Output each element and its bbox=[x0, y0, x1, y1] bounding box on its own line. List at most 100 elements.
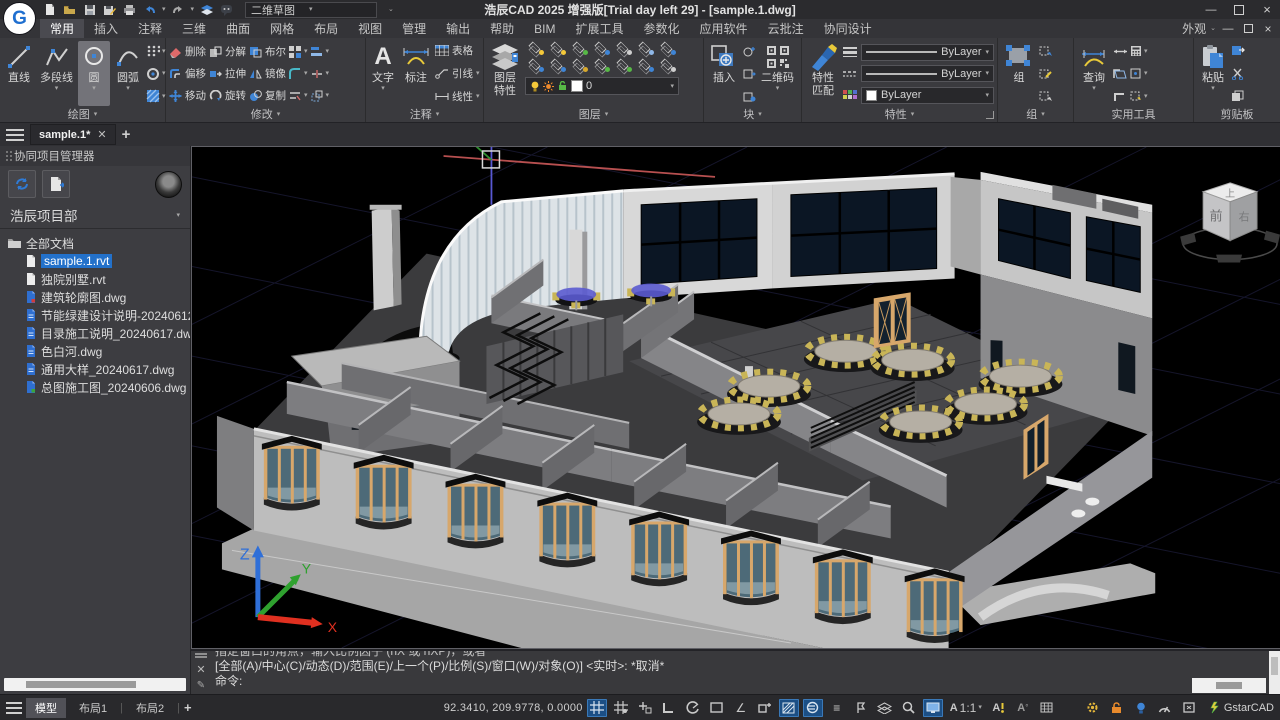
annotation-scale-control[interactable]: A1:1▾ bbox=[947, 699, 985, 717]
comment-bubble-icon[interactable] bbox=[219, 2, 234, 17]
tab-view[interactable]: 视图 bbox=[348, 19, 392, 38]
explode-button[interactable]: 分解 bbox=[209, 42, 246, 61]
insert-block-button[interactable]: 插入 bbox=[707, 41, 741, 106]
group-edit-button[interactable] bbox=[1039, 66, 1053, 82]
command-prompt[interactable]: 命令: bbox=[215, 674, 1280, 689]
table-cell-icon[interactable] bbox=[1037, 699, 1057, 717]
command-vscroll-thumb[interactable] bbox=[1271, 657, 1278, 675]
sync-button[interactable] bbox=[8, 170, 36, 198]
trim-button[interactable]: ▾ bbox=[289, 86, 308, 105]
mirror-button[interactable]: 镜像 bbox=[249, 64, 286, 83]
layer-select[interactable]: 0 ▾ bbox=[525, 77, 679, 95]
new-document-button[interactable]: + bbox=[122, 126, 131, 143]
panel-label-annotate[interactable]: 注释▾ bbox=[366, 106, 483, 122]
block-edit-button[interactable] bbox=[743, 43, 756, 59]
point-array-button[interactable]: ▾ bbox=[146, 43, 166, 59]
annotation-visibility-toggle[interactable]: A bbox=[989, 699, 1009, 717]
copy-button[interactable]: 复制 bbox=[249, 86, 286, 105]
panel-label-clipboard[interactable]: 剪贴板 bbox=[1194, 106, 1280, 122]
tab-collaboration[interactable]: 协同设计 bbox=[814, 19, 882, 38]
table-button[interactable]: 表格 bbox=[435, 43, 480, 58]
new-layout-button[interactable]: + bbox=[184, 700, 192, 715]
close-button[interactable]: × bbox=[1254, 2, 1280, 18]
leader-button[interactable]: 引线▾ bbox=[435, 66, 480, 81]
tab-surface[interactable]: 曲面 bbox=[216, 19, 260, 38]
id-point-button[interactable]: ▾ bbox=[1130, 66, 1148, 82]
match-properties-button[interactable]: 特性匹配 bbox=[805, 41, 841, 106]
group-button[interactable]: 组 bbox=[1001, 41, 1037, 106]
command-window[interactable]: ✕ ✎ 指定窗口的角点，输入比例因子 (nX 或 nXP)，或者 [全部(A)/… bbox=[191, 649, 1280, 694]
panel-label-layers[interactable]: 图层▾ bbox=[484, 106, 703, 122]
corner-button[interactable] bbox=[1113, 88, 1128, 104]
layer-tool-button[interactable] bbox=[569, 41, 589, 56]
properties-dialog-launcher[interactable] bbox=[986, 111, 994, 119]
hatch-display-toggle[interactable] bbox=[779, 699, 799, 717]
grid-display-toggle[interactable] bbox=[587, 699, 607, 717]
tree-file[interactable]: 节能绿建设计说明-20240612.d bbox=[8, 306, 190, 324]
tab-home[interactable]: 常用 bbox=[40, 19, 84, 38]
isolate-objects-toggle[interactable] bbox=[875, 699, 895, 717]
command-close-icon[interactable]: ✕ bbox=[196, 664, 205, 677]
undo-icon[interactable] bbox=[142, 2, 157, 17]
layer-tool-button[interactable] bbox=[547, 58, 567, 73]
layer-tool-button[interactable] bbox=[547, 41, 567, 56]
panel-label-draw[interactable]: 绘图▾ bbox=[0, 106, 165, 122]
doc-restore-button[interactable] bbox=[1240, 21, 1256, 37]
tab-apps[interactable]: 应用软件 bbox=[690, 19, 758, 38]
layer-tool-button[interactable] bbox=[635, 58, 655, 73]
group-select-button[interactable] bbox=[1039, 88, 1053, 104]
undo-caret-icon[interactable]: ▾ bbox=[162, 6, 166, 13]
boolean-button[interactable]: 布尔 bbox=[249, 42, 286, 61]
viewcube-front-label[interactable]: 前 bbox=[1210, 209, 1223, 224]
performance-gauge-icon[interactable] bbox=[1155, 699, 1175, 717]
area-button[interactable] bbox=[1113, 66, 1128, 82]
cut-button[interactable] bbox=[1231, 66, 1245, 82]
layer-tool-button[interactable] bbox=[591, 41, 611, 56]
user-avatar[interactable] bbox=[155, 171, 182, 198]
status-menu-icon[interactable] bbox=[6, 702, 22, 714]
open-folder-icon[interactable] bbox=[62, 2, 77, 17]
print-icon[interactable] bbox=[122, 2, 137, 17]
command-hscrollbar[interactable] bbox=[1192, 678, 1266, 693]
lineweight-select[interactable]: ByLayer▾ bbox=[861, 44, 994, 61]
measure-button[interactable] bbox=[1113, 43, 1128, 59]
break-button[interactable]: ▾ bbox=[311, 64, 330, 83]
lineweight-display-toggle[interactable]: ≡ bbox=[827, 699, 847, 717]
annotation-autoscale-toggle[interactable]: A° bbox=[1013, 699, 1033, 717]
calculator-button[interactable]: ▾ bbox=[1130, 43, 1148, 59]
tree-file[interactable]: 通用大样_20240617.dwg bbox=[8, 360, 190, 378]
snap-mode-toggle[interactable] bbox=[611, 699, 631, 717]
polyline-button[interactable]: 多段线 ▾ bbox=[37, 41, 76, 106]
arc-button[interactable]: 圆弧 ▾ bbox=[112, 41, 144, 106]
object-color-select[interactable]: ByLayer▾ bbox=[861, 87, 994, 104]
tree-file[interactable]: 色白河.dwg bbox=[8, 342, 190, 360]
hardware-acceleration-icon[interactable] bbox=[1131, 699, 1151, 717]
snap-to-grid-toggle[interactable] bbox=[635, 699, 655, 717]
tab-3d[interactable]: 三维 bbox=[172, 19, 216, 38]
layer-tool-button[interactable] bbox=[657, 58, 677, 73]
settings-gear-icon[interactable] bbox=[1083, 699, 1103, 717]
rotate-button[interactable]: 旋转 bbox=[209, 86, 246, 105]
tab-parametric[interactable]: 参数化 bbox=[634, 19, 690, 38]
tab-close-icon[interactable]: ✕ bbox=[97, 128, 106, 141]
polar-tracking-toggle[interactable] bbox=[683, 699, 703, 717]
sidebar-hscrollbar[interactable] bbox=[4, 678, 186, 691]
layer-tool-button[interactable] bbox=[591, 58, 611, 73]
angle-snap-toggle[interactable]: ∠ bbox=[731, 699, 751, 717]
array-button[interactable]: ▾ bbox=[289, 42, 308, 61]
block-attach-button[interactable] bbox=[743, 66, 756, 82]
workspace-switch-icon[interactable] bbox=[923, 699, 943, 717]
tree-root-folder[interactable]: 全部文档 bbox=[8, 234, 190, 252]
app-logo-icon[interactable]: G bbox=[3, 2, 36, 35]
restore-button[interactable] bbox=[1226, 2, 1252, 18]
inquiry-button[interactable]: 查询 ▾ bbox=[1077, 41, 1111, 106]
tab-annotate[interactable]: 注释 bbox=[128, 19, 172, 38]
block-define-button[interactable] bbox=[743, 88, 756, 104]
zoom-tool-icon[interactable] bbox=[899, 699, 919, 717]
tree-file[interactable]: 总图施工图_20240606.dwg bbox=[8, 378, 190, 396]
panel-label-modify[interactable]: 修改▾ bbox=[166, 106, 365, 122]
fillet-button[interactable]: ▾ bbox=[289, 64, 308, 83]
tab-insert[interactable]: 插入 bbox=[84, 19, 128, 38]
panel-label-utilities[interactable]: 实用工具 bbox=[1074, 106, 1193, 122]
align-button[interactable]: ▾ bbox=[311, 42, 330, 61]
